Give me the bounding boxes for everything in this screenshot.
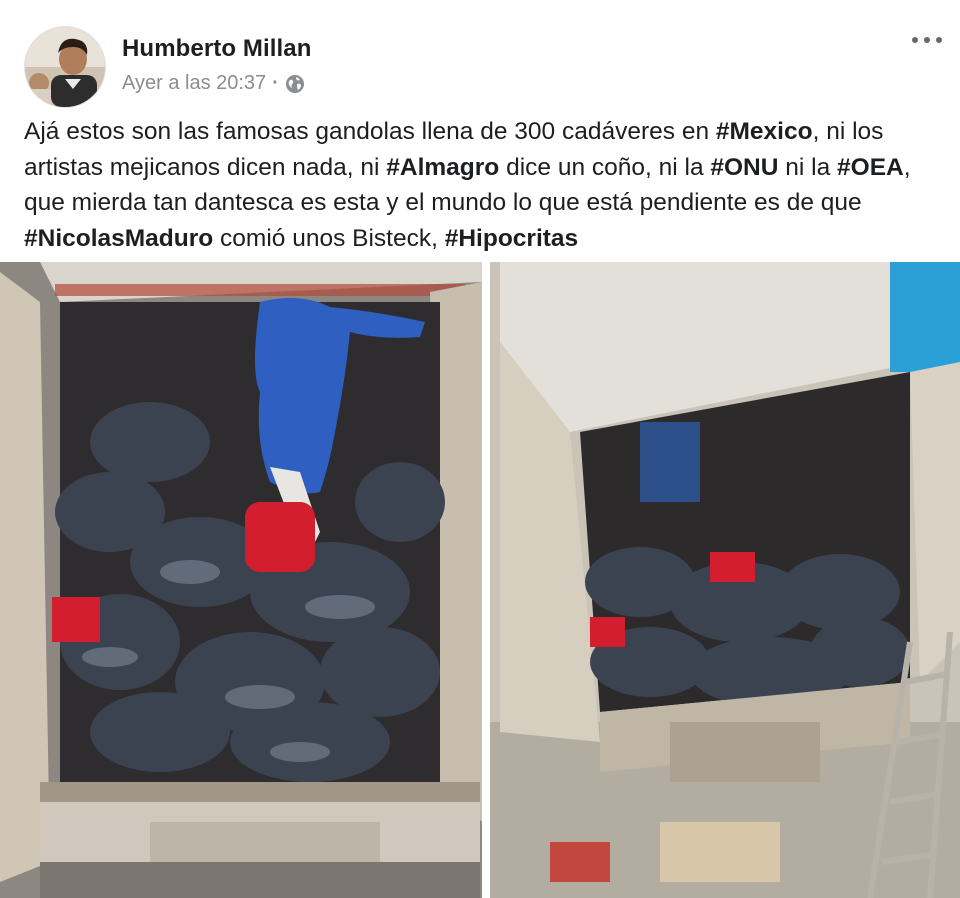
post-text: Ajá estos son las famosas gandolas llena… [24, 114, 944, 256]
hashtag-link[interactable]: #Hipocritas [445, 225, 578, 252]
photo-truck-top-view[interactable] [0, 262, 482, 898]
post-text-segment: comió unos Bisteck, [213, 224, 445, 252]
avatar-photo [25, 27, 105, 107]
globe-icon[interactable] [285, 74, 305, 94]
meta-separator: · [272, 72, 279, 94]
post-header: Humberto Millan Ayer a las 20:37 · [0, 0, 960, 110]
hashtag-link[interactable]: #OEA [837, 154, 904, 181]
author-name[interactable]: Humberto Millan [122, 35, 312, 63]
post-timestamp[interactable]: Ayer a las 20:37 [122, 72, 266, 95]
more-dot [936, 37, 942, 43]
more-dot [912, 37, 918, 43]
post-text-segment: dice un coño, ni la [499, 153, 711, 181]
photo-truck-side-view[interactable] [490, 262, 960, 898]
hashtag-link[interactable]: #Almagro [386, 154, 499, 181]
photo-grid [0, 262, 960, 898]
more-dot [924, 37, 930, 43]
hashtag-link[interactable]: #ONU [710, 154, 778, 181]
author-avatar[interactable] [24, 26, 106, 108]
hashtag-link[interactable]: #NicolasMaduro [24, 225, 213, 252]
hashtag-link[interactable]: #Mexico [716, 118, 813, 145]
more-options-icon[interactable] [912, 30, 942, 50]
post-meta: Ayer a las 20:37 · [122, 72, 305, 95]
post-text-segment: Ajá estos son las famosas gandolas llena… [24, 118, 716, 145]
post-text-segment: ni la [778, 153, 838, 181]
facebook-post: Humberto Millan Ayer a las 20:37 · Ajá e… [0, 0, 960, 898]
